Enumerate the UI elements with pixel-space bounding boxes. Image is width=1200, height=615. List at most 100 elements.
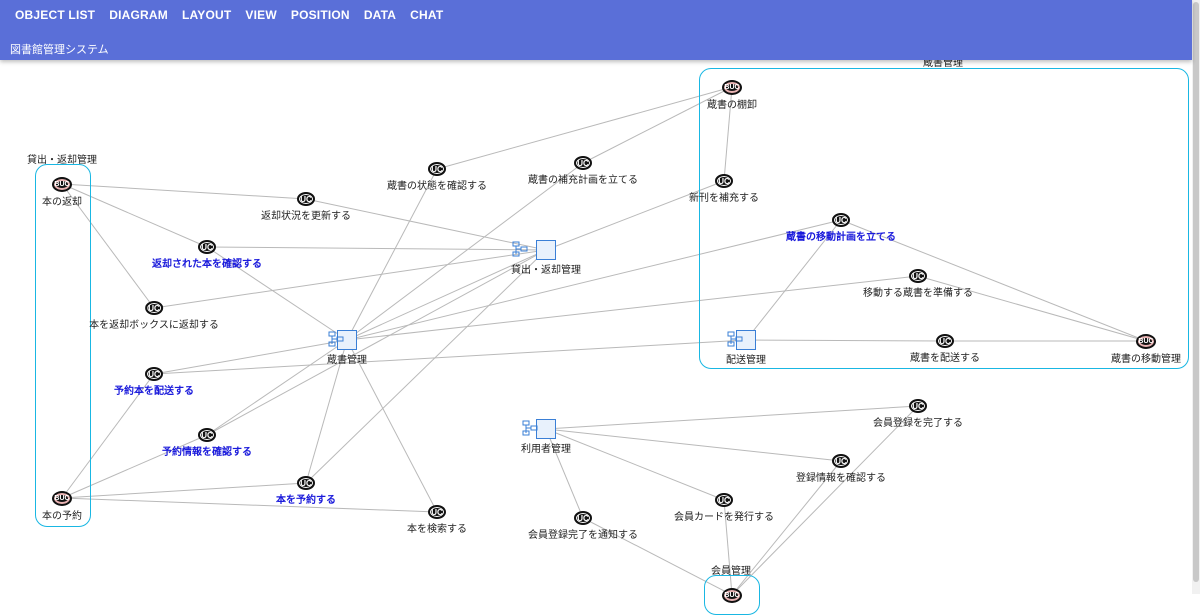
- node-finish-register[interactable]: UC 会員登録を完了する: [873, 399, 963, 429]
- menu-position[interactable]: POSITION: [284, 0, 357, 30]
- edge-check_condition-pkg_collection: [346, 168, 438, 341]
- usecase-icon[interactable]: UC: [574, 511, 592, 525]
- node-label: 会員登録を完了する: [873, 418, 963, 429]
- node-label: 利用者管理: [521, 444, 571, 455]
- menu-view[interactable]: VIEW: [238, 0, 283, 30]
- menu-object-list[interactable]: OBJECT LIST: [8, 0, 102, 30]
- node-confirm-reserve[interactable]: UC 予約情報を確認する: [162, 428, 252, 458]
- diagram-canvas[interactable]: 貸出・返却管理 蔵書管理 会員管理 BUC 本の返却 BUC 本の予約 BUC 蔵書の棚卸…: [0, 0, 1192, 615]
- usecase-icon[interactable]: UC: [145, 367, 163, 381]
- node-label: 蔵書を配送する: [910, 353, 980, 364]
- usecase-icon[interactable]: UC: [144, 301, 163, 315]
- edge-reserve_book-pkg_lending: [305, 249, 547, 484]
- package-icon[interactable]: [522, 419, 556, 439]
- package-icon[interactable]: [328, 330, 357, 350]
- business-usecase-icon[interactable]: BUC: [52, 491, 72, 506]
- main-menu: OBJECT LIST DIAGRAM LAYOUT VIEW POSITION…: [8, 0, 450, 30]
- usecase-icon[interactable]: UC: [909, 399, 927, 413]
- group-lending-label: 貸出・返却管理: [27, 155, 97, 166]
- edge-pkg_user-issue_card: [545, 428, 725, 501]
- node-plan-replenish[interactable]: UC 蔵書の補充計画を立てる: [528, 156, 638, 186]
- menu-layout[interactable]: LAYOUT: [175, 0, 238, 30]
- business-usecase-icon[interactable]: BUC: [722, 80, 742, 95]
- node-label: 返却された本を確認する: [152, 259, 262, 270]
- package-icon[interactable]: [512, 240, 556, 260]
- node-label: 蔵書の補充計画を立てる: [528, 175, 638, 186]
- vertical-scrollbar[interactable]: [1192, 0, 1200, 594]
- node-pkg-user[interactable]: 利用者管理: [521, 419, 571, 455]
- node-label: 本の予約: [42, 511, 82, 522]
- node-check-condition[interactable]: UC 蔵書の状態を確認する: [387, 162, 487, 192]
- usecase-icon[interactable]: UC: [574, 156, 592, 170]
- usecase-icon[interactable]: UC: [715, 174, 733, 188]
- node-label: 登録情報を確認する: [796, 473, 886, 484]
- usecase-icon[interactable]: UC: [832, 454, 850, 468]
- node-label: 会員カードを発行する: [674, 512, 774, 523]
- node-book-return[interactable]: BUC 本の返却: [42, 177, 82, 208]
- scrollbar-thumb[interactable]: [1193, 2, 1199, 582]
- top-app-bar: OBJECT LIST DIAGRAM LAYOUT VIEW POSITION…: [0, 0, 1192, 60]
- node-prepare-move[interactable]: UC 移動する蔵書を準備する: [863, 269, 973, 299]
- business-usecase-icon[interactable]: BUC: [722, 588, 742, 603]
- node-label: 予約情報を確認する: [162, 447, 252, 458]
- edge-book_reserve-reserve_book: [61, 482, 307, 499]
- edge-pkg_delivery-deliver_reserved: [153, 339, 747, 375]
- node-label: 会員登録完了を通知する: [528, 530, 638, 541]
- node-add-new[interactable]: UC 新刊を補充する: [689, 174, 759, 204]
- node-plan-move[interactable]: UC 蔵書の移動計画を立てる: [786, 213, 896, 243]
- node-pkg-collection[interactable]: 蔵書管理: [327, 330, 367, 366]
- node-update-return[interactable]: UC 返却状況を更新する: [261, 192, 351, 222]
- usecase-icon[interactable]: UC: [198, 428, 216, 442]
- menu-data[interactable]: DATA: [357, 0, 403, 30]
- node-deliver-reserved[interactable]: UC 予約本を配送する: [114, 367, 194, 397]
- node-label: 蔵書の棚卸: [707, 100, 757, 111]
- node-label: 本を検索する: [407, 524, 467, 535]
- node-label: 返却状況を更新する: [261, 211, 351, 222]
- node-label: 蔵書の移動管理: [1111, 354, 1181, 365]
- node-confirm-register[interactable]: UC 登録情報を確認する: [796, 454, 886, 484]
- node-return-box[interactable]: UC 本を返却ボックスに返却する: [89, 301, 219, 331]
- node-inventory[interactable]: BUC 蔵書の棚卸: [707, 80, 757, 111]
- node-member-buc[interactable]: BUC: [722, 588, 742, 603]
- menu-diagram[interactable]: DIAGRAM: [102, 0, 175, 30]
- usecase-icon[interactable]: UC: [832, 213, 850, 227]
- edge-confirm_reserve-pkg_lending: [206, 249, 547, 436]
- usecase-icon[interactable]: UC: [936, 334, 954, 348]
- node-book-reserve[interactable]: BUC 本の予約: [42, 491, 82, 522]
- node-pkg-delivery[interactable]: 配送管理: [726, 330, 766, 366]
- usecase-icon[interactable]: UC: [428, 505, 446, 519]
- node-reserve-book[interactable]: UC 本を予約する: [276, 476, 336, 506]
- node-label: 予約本を配送する: [114, 386, 194, 397]
- node-search-book[interactable]: UC 本を検索する: [407, 505, 467, 535]
- node-label: 蔵書管理: [327, 355, 367, 366]
- node-deliver-collection[interactable]: UC 蔵書を配送する: [910, 334, 980, 364]
- node-label: 貸出・返却管理: [511, 265, 581, 276]
- usecase-icon[interactable]: UC: [198, 240, 216, 254]
- group-collection-box[interactable]: [699, 68, 1189, 369]
- node-pkg-lending[interactable]: 貸出・返却管理: [511, 240, 581, 276]
- node-label: 本の返却: [42, 197, 82, 208]
- usecase-icon[interactable]: UC: [297, 192, 315, 206]
- package-icon[interactable]: [727, 330, 756, 350]
- group-member-label: 会員管理: [711, 566, 751, 577]
- edge-book_reserve-search_book: [61, 497, 438, 513]
- node-confirm-returned[interactable]: UC 返却された本を確認する: [152, 240, 262, 270]
- usecase-icon[interactable]: UC: [297, 476, 315, 490]
- usecase-icon[interactable]: UC: [909, 269, 927, 283]
- usecase-icon[interactable]: UC: [715, 493, 733, 507]
- edge-pkg_user-finish_register: [545, 405, 919, 430]
- group-lending-box[interactable]: [35, 164, 91, 527]
- menu-chat[interactable]: CHAT: [403, 0, 450, 30]
- node-label: 蔵書の状態を確認する: [387, 181, 487, 192]
- usecase-icon[interactable]: UC: [428, 162, 446, 176]
- business-usecase-icon[interactable]: BUC: [1136, 334, 1156, 349]
- node-label: 配送管理: [726, 355, 766, 366]
- node-collection-move[interactable]: BUC 蔵書の移動管理: [1111, 334, 1181, 365]
- node-issue-card[interactable]: UC 会員カードを発行する: [674, 493, 774, 523]
- node-label: 移動する蔵書を準備する: [863, 288, 973, 299]
- node-notify-register[interactable]: UC 会員登録完了を通知する: [528, 511, 638, 541]
- node-label: 新刊を補充する: [689, 193, 759, 204]
- business-usecase-icon[interactable]: BUC: [52, 177, 72, 192]
- app-title: 図書館管理システム: [10, 43, 109, 56]
- node-label: 本を予約する: [276, 495, 336, 506]
